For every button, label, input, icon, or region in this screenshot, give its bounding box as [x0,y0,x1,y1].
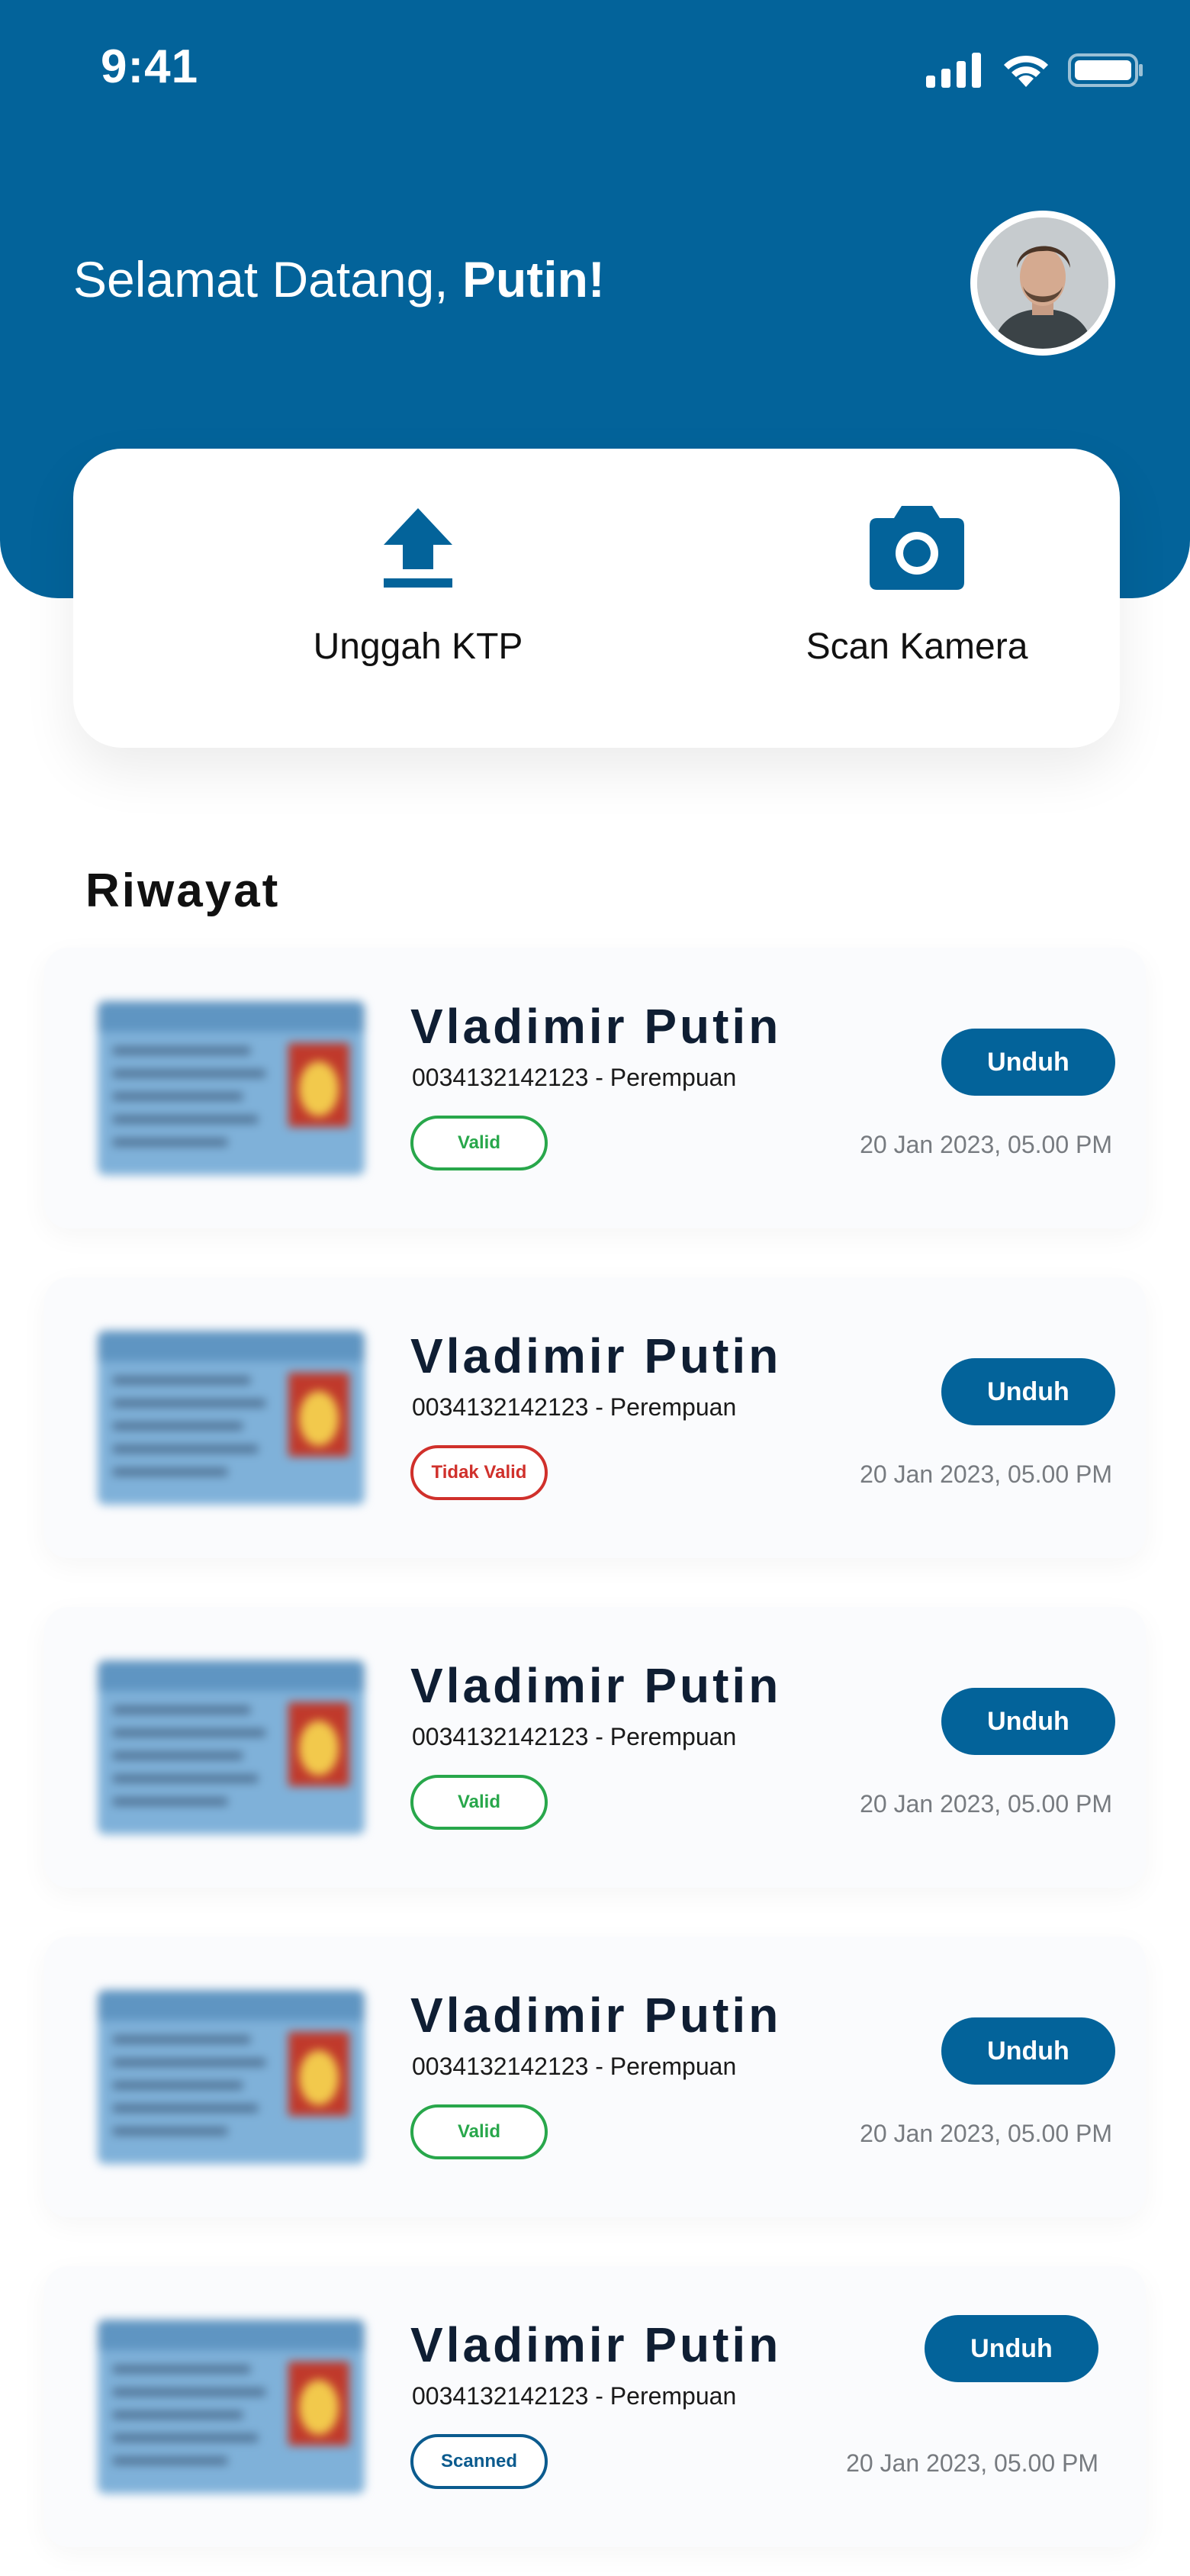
scan-date: 20 Jan 2023, 05.00 PM [860,1790,1112,1818]
download-button[interactable]: Unduh [925,2315,1098,2382]
status-icons [926,49,1144,92]
id-gender: 0034132142123 - Perempuan [412,1064,737,1091]
cellular-signal-icon [926,53,981,88]
history-item[interactable]: Vladimir Putin 0034132142123 - Perempuan… [44,1607,1146,1888]
upload-ktp-label: Unggah KTP [313,626,523,667]
history-item[interactable]: Vladimir Putin 0034132142123 - Perempuan… [44,1937,1146,2217]
avatar[interactable] [970,211,1115,356]
ktp-thumbnail [98,1660,365,1834]
holder-name: Vladimir Putin [410,999,782,1054]
status-badge: Valid [410,1116,548,1170]
upload-icon [384,502,452,594]
status-badge: Valid [410,1775,548,1830]
scan-camera-button[interactable]: Scan Kamera [726,502,1108,700]
download-button[interactable]: Unduh [941,1688,1115,1755]
history-item[interactable]: Vladimir Putin 0034132142123 - Perempuan… [44,1277,1146,1558]
greeting-text: Selamat Datang, Putin! [73,250,605,308]
battery-icon [1068,53,1143,87]
ktp-thumbnail [98,2320,365,2494]
history-title: Riwayat [85,865,281,917]
ktp-thumbnail [98,1331,365,1505]
scan-date: 20 Jan 2023, 05.00 PM [860,2120,1112,2147]
holder-name: Vladimir Putin [410,1658,782,1713]
scan-camera-label: Scan Kamera [806,626,1028,667]
status-badge: Tidak Valid [410,1445,548,1500]
greeting-prefix: Selamat Datang, [73,251,462,308]
home-screen: 9:41 Selamat Datang, Putin! Unggah KTP S… [0,0,1190,2576]
download-button[interactable]: Unduh [941,1358,1115,1425]
ktp-thumbnail [98,1001,365,1175]
status-badge: Valid [410,2104,548,2159]
history-item[interactable]: Vladimir Putin 0034132142123 - Perempuan… [44,948,1146,1228]
holder-name: Vladimir Putin [410,1988,782,2043]
id-gender: 0034132142123 - Perempuan [412,1393,737,1421]
holder-name: Vladimir Putin [410,1328,782,1383]
avatar-photo [977,217,1108,349]
id-gender: 0034132142123 - Perempuan [412,2053,737,2080]
scan-date: 20 Jan 2023, 05.00 PM [846,2449,1098,2477]
wifi-icon [1004,55,1048,87]
download-button[interactable]: Unduh [941,1029,1115,1096]
scan-date: 20 Jan 2023, 05.00 PM [860,1460,1112,1488]
camera-icon [870,502,964,594]
holder-name: Vladimir Putin [410,2317,782,2372]
download-button[interactable]: Unduh [941,2017,1115,2085]
id-gender: 0034132142123 - Perempuan [412,2382,737,2410]
history-item[interactable]: Vladimir Putin 0034132142123 - Perempuan… [44,2266,1146,2547]
scan-date: 20 Jan 2023, 05.00 PM [860,1131,1112,1158]
greeting-name: Putin! [462,251,605,308]
status-badge: Scanned [410,2434,548,2489]
status-time: 9:41 [101,40,199,93]
id-gender: 0034132142123 - Perempuan [412,1723,737,1750]
quick-actions-card: Unggah KTP Scan Kamera [73,449,1120,748]
ktp-thumbnail [98,1990,365,2164]
upload-ktp-button[interactable]: Unggah KTP [227,502,609,700]
